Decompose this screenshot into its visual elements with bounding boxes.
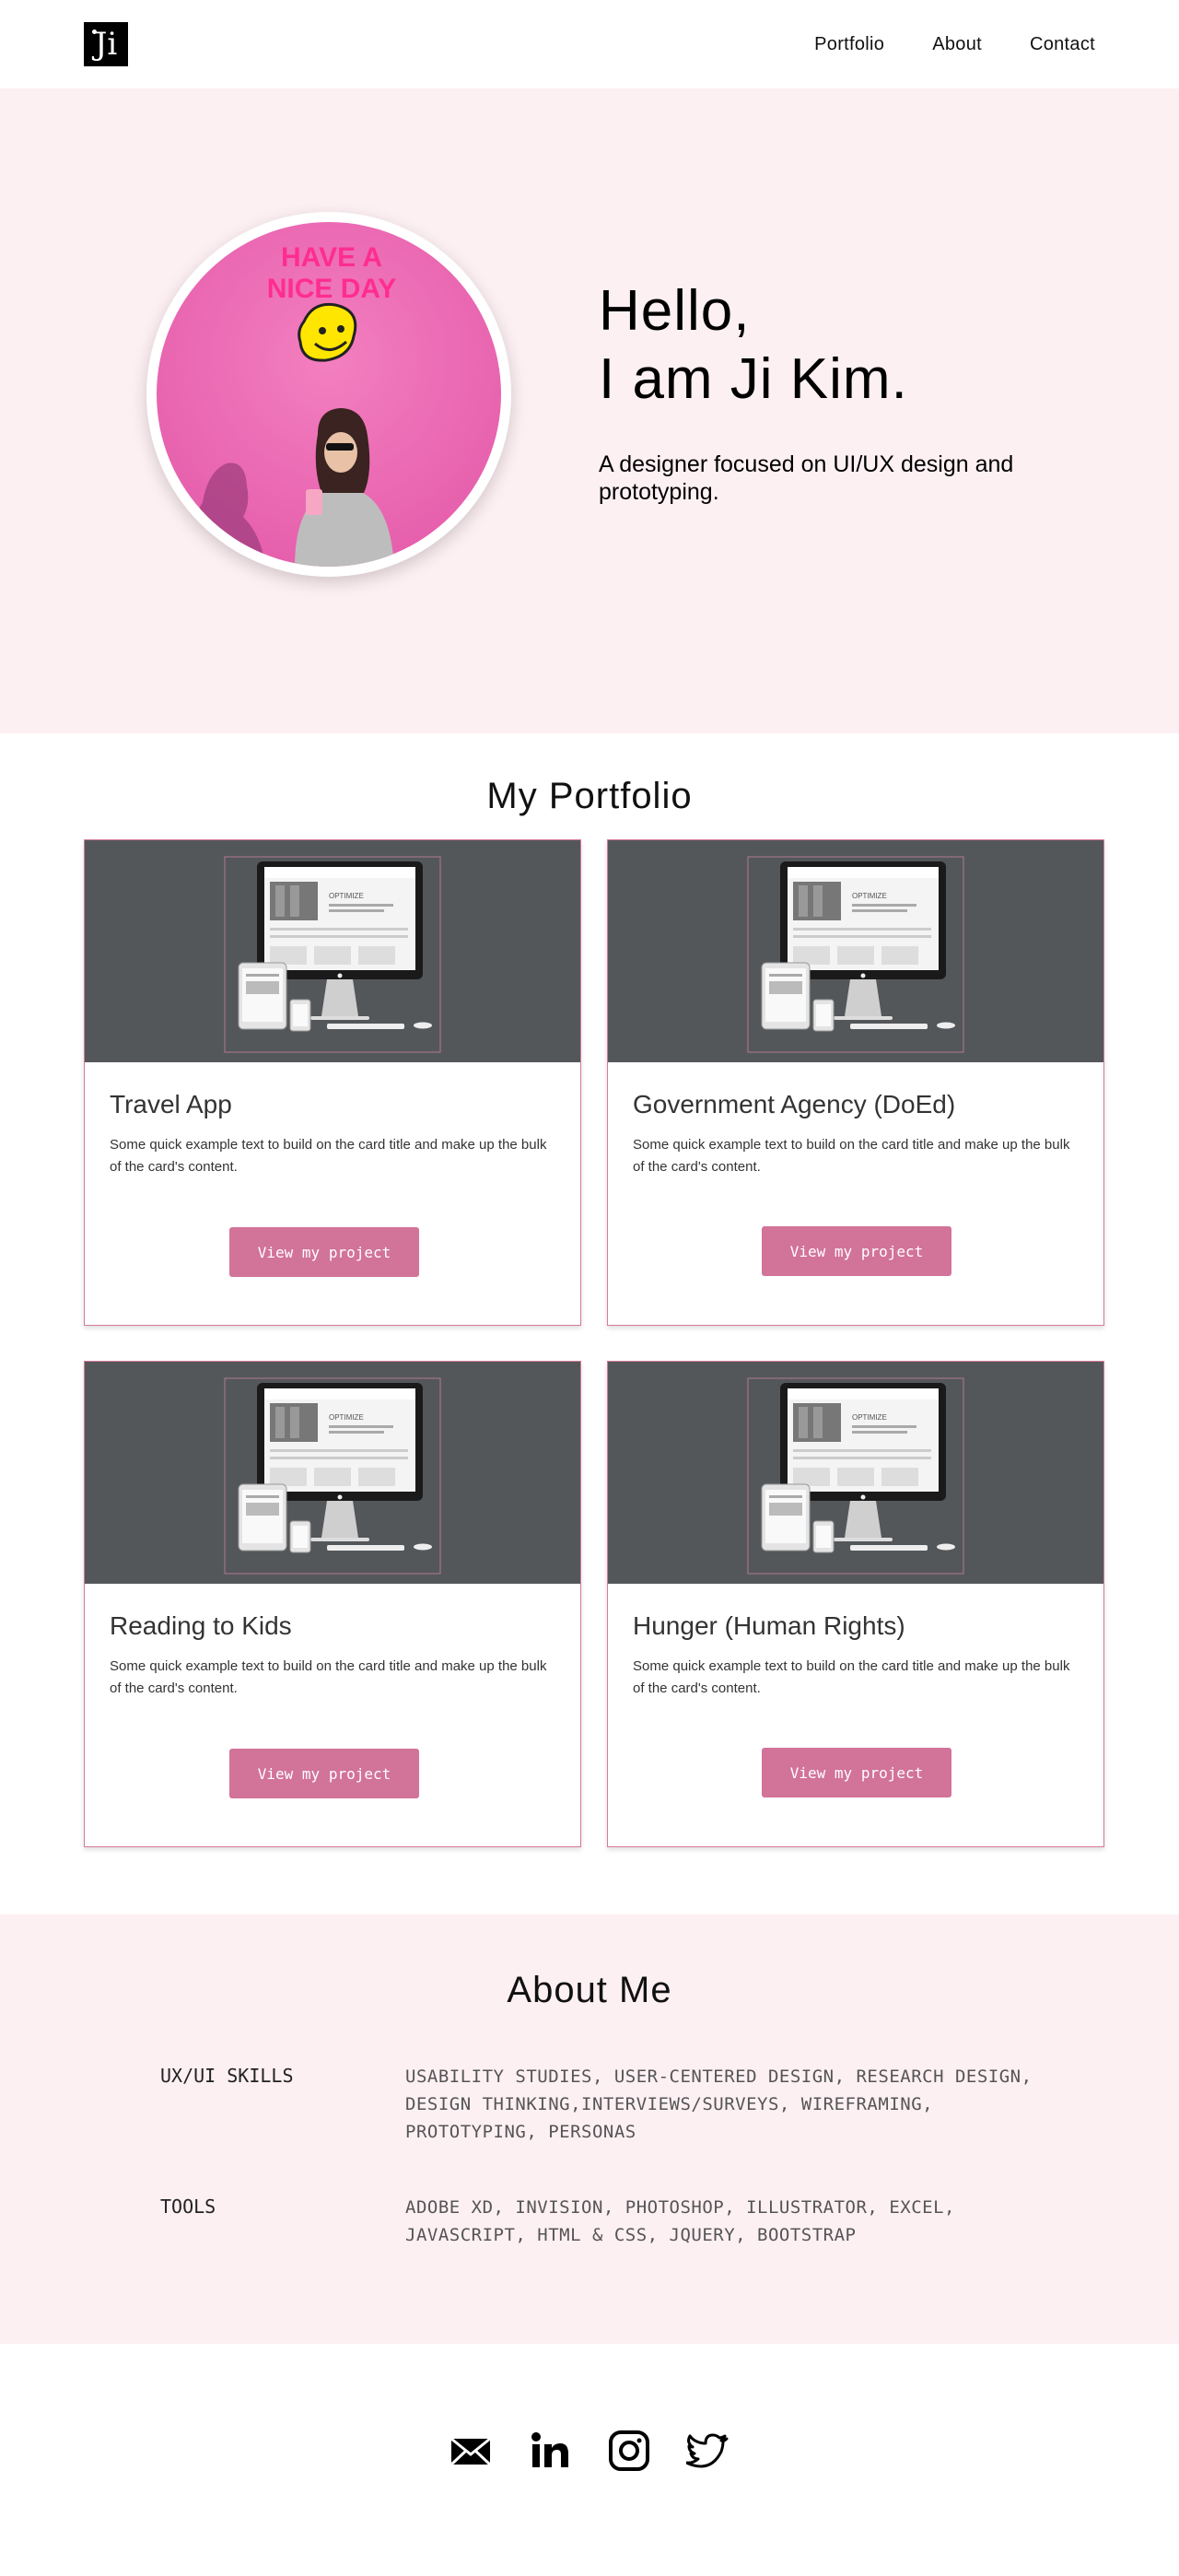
card-text: Some quick example text to build on the …	[633, 1137, 1070, 1175]
photo-sign-line1: HAVE A	[281, 242, 382, 273]
nav-links: Portfolio About Contact	[814, 34, 1095, 55]
tools-label: TOOLS	[160, 2195, 216, 2218]
portfolio-section: My Portfolio OPTIMIZE Travel App Some qu…	[0, 733, 1179, 1914]
twitter-icon[interactable]	[684, 2427, 732, 2475]
svg-text:OPTIMIZE: OPTIMIZE	[329, 892, 364, 900]
project-card: OPTIMIZE Reading to Kids Some quick exam…	[84, 1361, 581, 1847]
skills-value: USABILITY STUDIES, USER-CENTERED DESIGN,…	[405, 2067, 1033, 2142]
svg-text:OPTIMIZE: OPTIMIZE	[852, 1413, 887, 1422]
device-mockup-image: OPTIMIZE	[747, 856, 964, 1052]
instagram-icon[interactable]	[605, 2427, 653, 2475]
card-text: Some quick example text to build on the …	[110, 1658, 547, 1696]
project-card: OPTIMIZE Hunger (Human Rights) Some quic…	[607, 1361, 1104, 1847]
logo-text: Ji	[94, 26, 118, 63]
tools-row: TOOLS ADOBE XD, INVISION, PHOTOSHOP, ILL…	[160, 2194, 1179, 2249]
view-project-button[interactable]: View my project	[762, 1748, 951, 1797]
card-text: Some quick example text to build on the …	[633, 1658, 1070, 1696]
about-title: About Me	[507, 1970, 672, 2010]
skills-list: UX/UI SKILLS USABILITY STUDIES, USER-CEN…	[160, 2063, 1179, 2249]
nav-link-portfolio[interactable]: Portfolio	[814, 34, 884, 55]
svg-text:OPTIMIZE: OPTIMIZE	[329, 1413, 364, 1422]
skills-label: UX/UI SKILLS	[160, 2065, 294, 2087]
hero-text: Hello, I am Ji Kim. A designer focused o…	[599, 277, 1022, 506]
hero-title: Hello, I am Ji Kim.	[599, 277, 1022, 414]
device-mockup-image: OPTIMIZE	[224, 856, 441, 1052]
view-project-button[interactable]: View my project	[762, 1226, 951, 1276]
profile-photo-illustration: HAVE A NICE DAY	[157, 222, 501, 567]
card-text: Some quick example text to build on the …	[110, 1137, 547, 1175]
device-mockup-image: OPTIMIZE	[747, 1377, 964, 1574]
tools-value: ADOBE XD, INVISION, PHOTOSHOP, ILLUSTRAT…	[405, 2197, 955, 2245]
portfolio-grid: OPTIMIZE Travel App Some quick example t…	[84, 839, 1104, 1853]
linkedin-icon[interactable]	[526, 2427, 574, 2475]
project-thumbnail: OPTIMIZE	[85, 840, 580, 1062]
logo[interactable]: Ji	[84, 22, 128, 66]
project-card: OPTIMIZE Government Agency (DoEd) Some q…	[607, 839, 1104, 1326]
top-nav: Ji Portfolio About Contact	[0, 0, 1179, 88]
view-project-button[interactable]: View my project	[229, 1749, 419, 1798]
skills-row: UX/UI SKILLS USABILITY STUDIES, USER-CEN…	[160, 2063, 1179, 2146]
logo-dot	[92, 29, 97, 34]
about-section: About Me UX/UI SKILLS USABILITY STUDIES,…	[0, 1914, 1179, 2344]
card-title: Reading to Kids	[110, 1611, 292, 1640]
profile-photo: HAVE A NICE DAY	[146, 212, 511, 577]
portfolio-title: My Portfolio	[486, 776, 693, 816]
mail-icon[interactable]	[447, 2427, 495, 2475]
project-thumbnail: OPTIMIZE	[85, 1362, 580, 1584]
project-card: OPTIMIZE Travel App Some quick example t…	[84, 839, 581, 1326]
hero-section: HAVE A NICE DAY Hello, I am Ji Kim. A de…	[0, 88, 1179, 733]
project-thumbnail: OPTIMIZE	[608, 1362, 1103, 1584]
hero-subtitle: A designer focused on UI/UX design and p…	[599, 451, 1014, 505]
nav-link-about[interactable]: About	[932, 34, 982, 55]
project-thumbnail: OPTIMIZE	[608, 840, 1103, 1062]
footer-social	[0, 2344, 1179, 2558]
device-mockup-image: OPTIMIZE	[224, 1377, 441, 1574]
svg-text:OPTIMIZE: OPTIMIZE	[852, 892, 887, 900]
card-title: Hunger (Human Rights)	[633, 1611, 905, 1640]
card-title: Travel App	[110, 1090, 232, 1118]
nav-link-contact[interactable]: Contact	[1030, 34, 1095, 55]
view-project-button[interactable]: View my project	[229, 1227, 419, 1277]
hero-title-line1: Hello,	[599, 279, 751, 343]
card-title: Government Agency (DoEd)	[633, 1090, 956, 1118]
photo-sign-line2: NICE DAY	[267, 274, 397, 304]
hero-title-line2: I am Ji Kim.	[599, 347, 908, 411]
